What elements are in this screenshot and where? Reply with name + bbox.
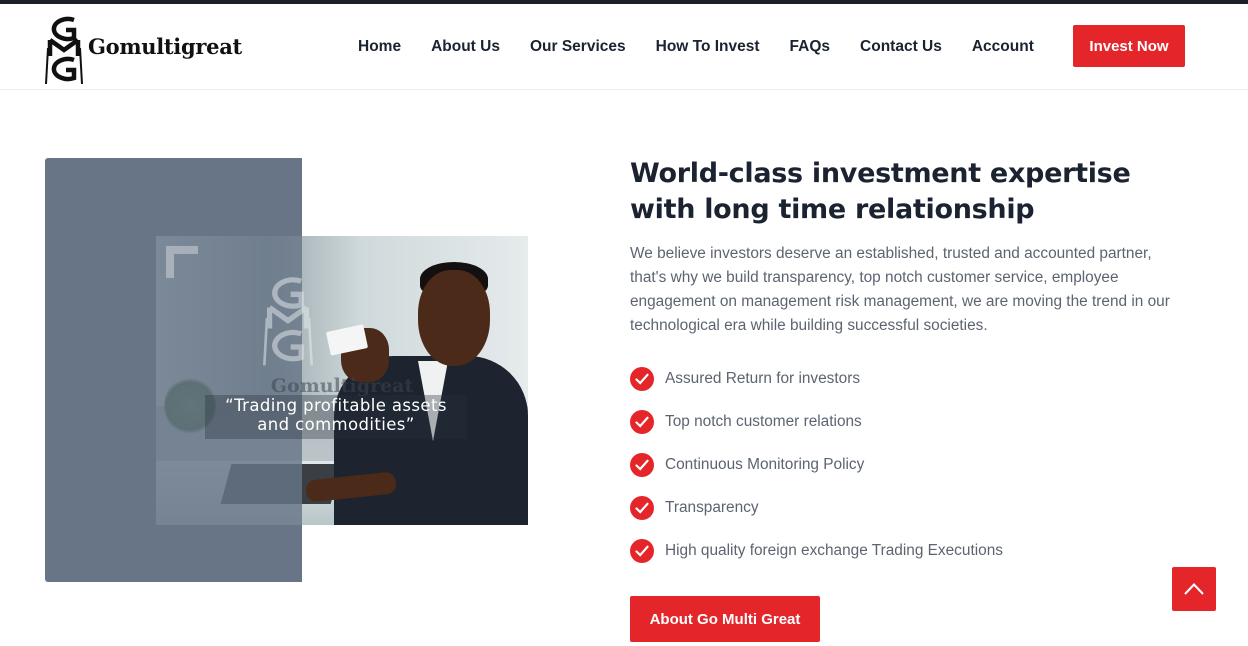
about-section: World-class investment expertise with lo…: [630, 156, 1190, 572]
feature-label: High quality foreign exchange Trading Ex…: [665, 541, 1003, 559]
watermark-logo-icon: [263, 277, 313, 366]
nav-faqs[interactable]: FAQs: [790, 38, 830, 56]
corner-bracket-icon: [166, 246, 198, 278]
nav-about-us[interactable]: About Us: [431, 38, 500, 56]
section-paragraph: We believe investors deserve an establis…: [630, 245, 1170, 334]
check-circle-icon: [630, 409, 654, 434]
chevron-up-icon: [1184, 583, 1204, 595]
section-title: World-class investment expertise with lo…: [630, 158, 1131, 225]
quote-line-2: and commodities”: [257, 415, 415, 434]
check-circle-icon: [630, 366, 654, 391]
scroll-to-top-button[interactable]: [1172, 567, 1216, 611]
site-header: Gomultigreat Home About Us Our Services …: [0, 4, 1248, 90]
feature-label: Assured Return for investors: [665, 369, 861, 387]
feature-list: Assured Return for investors Top notch c…: [630, 357, 1190, 572]
nav-contact-us[interactable]: Contact Us: [860, 38, 942, 56]
main-nav: Home About Us Our Services How To Invest…: [358, 4, 1064, 90]
brand-logo[interactable]: Gomultigreat: [44, 10, 242, 86]
gmg-logo-icon: [45, 16, 83, 85]
quote-line-1: “Trading profitable assets: [225, 396, 447, 415]
brand-name: Gomultigreat: [88, 33, 242, 59]
feature-label: Top notch customer relations: [665, 412, 862, 430]
feature-item: Transparency: [630, 486, 1190, 529]
feature-item: Continuous Monitoring Policy: [630, 443, 1190, 486]
invest-now-button[interactable]: Invest Now: [1073, 25, 1185, 67]
about-go-multi-great-button[interactable]: About Go Multi Great: [630, 596, 820, 642]
feature-item: Top notch customer relations: [630, 400, 1190, 443]
feature-label: Transparency: [665, 498, 759, 516]
check-circle-icon: [630, 495, 654, 520]
image-quote: “Trading profitable assets and commoditi…: [156, 396, 516, 434]
check-circle-icon: [630, 452, 654, 477]
watermark-brand: Gomultigreat: [270, 375, 414, 397]
nav-how-to-invest[interactable]: How To Invest: [656, 38, 760, 56]
check-circle-icon: [630, 538, 654, 563]
nav-our-services[interactable]: Our Services: [530, 38, 626, 56]
feature-item: High quality foreign exchange Trading Ex…: [630, 529, 1190, 572]
feature-item: Assured Return for investors: [630, 357, 1190, 400]
feature-label: Continuous Monitoring Policy: [665, 455, 865, 473]
nav-account[interactable]: Account: [972, 38, 1034, 56]
nav-home[interactable]: Home: [358, 38, 401, 56]
